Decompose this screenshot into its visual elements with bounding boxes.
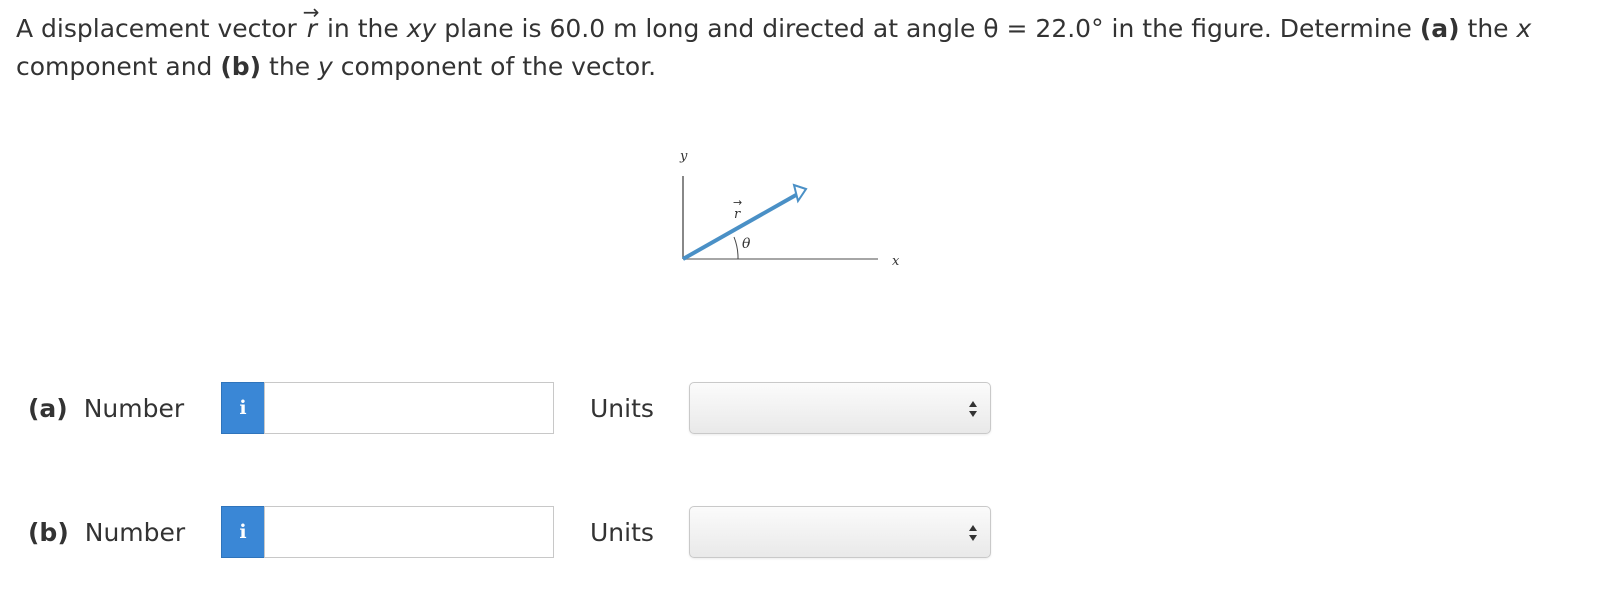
part-a-label: (a) Number	[28, 394, 185, 423]
select-arrows-icon	[969, 525, 977, 541]
select-arrows-icon	[969, 401, 977, 417]
number-input-b[interactable]	[264, 506, 554, 558]
info-icon[interactable]: i	[221, 506, 265, 558]
info-icon[interactable]: i	[221, 382, 265, 434]
units-select-a[interactable]	[689, 382, 991, 434]
units-label-b: Units	[590, 518, 654, 547]
vector-diagram: y x r → θ	[679, 149, 900, 269]
angle-arc	[733, 236, 739, 260]
vector-figure: y x r → θ	[660, 138, 920, 278]
vector-r-symbol: r	[303, 0, 320, 48]
part-b-label: (b) Number	[28, 518, 186, 547]
y-axis-label: y	[679, 149, 688, 164]
units-select-b[interactable]	[689, 506, 991, 558]
number-input-a[interactable]	[264, 382, 554, 434]
x-axis-label: x	[892, 254, 900, 269]
vector-label: r	[734, 207, 741, 222]
vector-arrowhead	[792, 183, 808, 204]
angle-theta-label: θ	[742, 236, 751, 252]
units-label-a: Units	[590, 394, 654, 423]
answer-row-a: (a) Number i Units	[0, 382, 1100, 438]
vector-arrow-icon: →	[733, 196, 742, 209]
answer-row-b: (b) Number i Units	[0, 506, 1100, 562]
question-text: A displacement vector r in the xy plane …	[16, 0, 1586, 86]
